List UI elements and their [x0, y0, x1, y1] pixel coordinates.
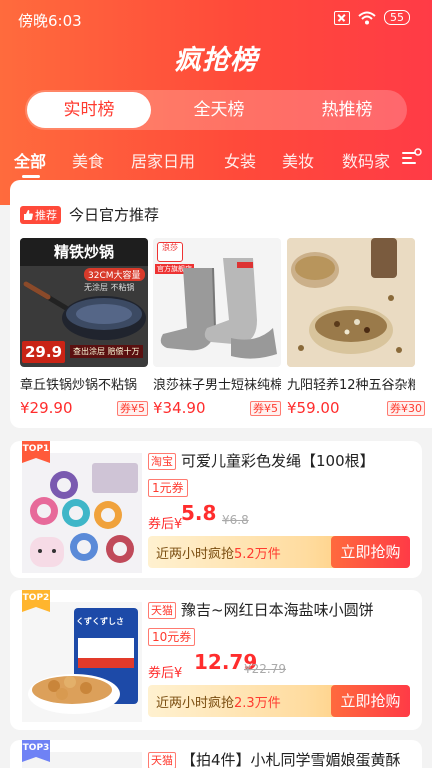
recommend-item-price: ¥59.00	[287, 399, 340, 417]
no-sim-icon	[334, 10, 350, 25]
rank-badge: TOP2	[22, 590, 50, 612]
tab-hot-recommend[interactable]: 热推榜	[287, 90, 407, 130]
wifi-icon	[358, 11, 376, 24]
shop-tag: 淘宝	[148, 453, 176, 470]
currency-symbol: ¥	[174, 666, 183, 681]
product-card-top2[interactable]: くずくずしさ TOP2 天猫 豫吉~网红日本海盐味小圆饼 10元券 券后¥ 12…	[10, 590, 422, 730]
wok-image-title: 精铁炒锅	[20, 238, 148, 266]
product-card-top1[interactable]: TOP1 淘宝 可爱儿童彩色发绳【100根】 1元券 券后¥ 5.8 ¥6.8 …	[10, 441, 422, 578]
hair-tie-drawing	[22, 453, 142, 573]
sales-text: 近两小时疯抢2.3万件	[156, 692, 281, 711]
category-food[interactable]: 美食	[72, 148, 104, 172]
category-active-indicator	[22, 175, 40, 178]
recommend-badge-text: 推荐	[35, 208, 57, 222]
wok-price-banner: 29.9 查出涂层 赔偿十万	[20, 341, 148, 363]
tab-realtime[interactable]: 实时榜	[27, 92, 151, 128]
shop-tag: 天猫	[148, 752, 176, 768]
sales-prefix: 近两小时疯抢	[156, 547, 235, 562]
recommend-item-name: 九阳轻养12种五谷杂粮	[287, 378, 415, 393]
after-coupon-text: 券后	[148, 666, 175, 681]
product-title: 可爱儿童彩色发绳【100根】	[181, 452, 375, 470]
recommend-item-price-row: ¥29.90 券¥5	[20, 399, 148, 417]
buy-now-button[interactable]: 立即抢购	[331, 536, 410, 568]
recommend-item-name: 章丘铁锅炒锅不粘锅	[20, 378, 138, 393]
ranking-tabs: 实时榜 全天榜 热推榜	[25, 90, 407, 130]
wok-image-guarantee: 查出涂层 赔偿十万	[70, 345, 143, 358]
recommend-item-price-row: ¥59.00 券¥30	[287, 399, 425, 417]
category-menu-icon[interactable]	[402, 148, 422, 166]
buy-now-button[interactable]: 立即抢购	[331, 685, 410, 717]
category-bar: 全部 美食 居家日用 女装 美妆 数码家	[0, 148, 432, 178]
sales-count: 5.2万件	[234, 547, 281, 562]
battery-icon: 55	[384, 10, 410, 25]
official-recommend-header: 推荐 今日官方推荐	[20, 204, 159, 225]
recommend-item-price: ¥34.90	[153, 399, 206, 417]
biscuit-package-text: くずくずしさ	[76, 617, 124, 626]
recommend-badge: 推荐	[20, 205, 61, 224]
product-price: 5.8	[181, 501, 217, 525]
recommend-item[interactable]: 精铁炒锅 32CM大容量 无涂层 不粘锅 29.9 查出涂层 赔偿十万 章丘铁锅…	[20, 238, 148, 417]
official-recommend-card: 推荐 今日官方推荐 精铁炒锅 32CM大容量 无涂层 不粘锅 29.9 查出涂层…	[10, 180, 432, 428]
wok-image-price: 29.9	[22, 341, 66, 363]
header-background: 傍晚6:03 55 疯抢榜 实时榜 全天榜 热推榜 全部 美食 居家日用 女装 …	[0, 0, 432, 205]
recommend-item[interactable]: 九阳轻养12种五谷杂粮 ¥59.00 券¥30	[287, 238, 425, 417]
grains-drawing	[287, 238, 415, 367]
status-time: 傍晚6:03	[18, 12, 82, 30]
grab-bar: 近两小时疯抢2.3万件 立即抢购	[148, 685, 410, 717]
category-women[interactable]: 女装	[224, 148, 256, 172]
socks-image: 浪莎 官方旗舰店	[153, 238, 281, 367]
sales-prefix: 近两小时疯抢	[156, 696, 235, 711]
rank-badge-text: TOP2	[22, 593, 50, 603]
product-coupon: 1元券	[148, 479, 188, 497]
official-recommend-title: 今日官方推荐	[69, 206, 160, 224]
product-coupon: 10元券	[148, 628, 196, 646]
app-title: 疯抢榜	[174, 45, 258, 76]
recommend-item-price: ¥29.90	[20, 399, 73, 417]
rank-badge-text: TOP3	[22, 743, 50, 753]
grains-image	[287, 238, 415, 367]
wok-drawing	[23, 281, 146, 340]
recommend-item-price-row: ¥34.90 券¥5	[153, 399, 281, 417]
thumbs-up-icon	[24, 209, 33, 220]
biscuit-image: くずくずしさ	[22, 602, 142, 722]
status-icons: 55	[334, 10, 410, 25]
sales-text: 近两小时疯抢5.2万件	[156, 543, 281, 562]
rank-badge: TOP3	[22, 740, 50, 762]
shop-tag: 天猫	[148, 602, 176, 619]
after-coupon-label: 券后¥	[148, 662, 182, 681]
category-all[interactable]: 全部	[14, 148, 46, 172]
product-title: 【拍4件】小札同学雪媚娘蛋黄酥	[181, 751, 401, 768]
original-price: ¥22.79	[244, 662, 286, 676]
category-beauty[interactable]: 美妆	[282, 148, 314, 172]
tab-all-day[interactable]: 全天榜	[159, 90, 279, 130]
socks-brand-name: 浪莎	[162, 243, 178, 252]
category-digital[interactable]: 数码家	[342, 148, 390, 172]
recommend-item-coupon: 券¥5	[117, 401, 148, 416]
recommend-item-coupon: 券¥30	[387, 401, 425, 416]
product-card-top3[interactable]: TOP3 天猫 【拍4件】小札同学雪媚娘蛋黄酥	[10, 740, 422, 768]
recommend-item-name: 浪莎袜子男士短袜纯棉	[153, 378, 281, 393]
category-home[interactable]: 居家日用	[131, 148, 195, 172]
after-coupon-text: 券后	[148, 517, 175, 532]
hair-tie-image	[22, 453, 142, 573]
grab-bar: 近两小时疯抢5.2万件 立即抢购	[148, 536, 410, 568]
status-bar: 傍晚6:03 55	[0, 8, 432, 30]
product-title: 豫吉~网红日本海盐味小圆饼	[181, 601, 374, 619]
sales-count: 2.3万件	[234, 696, 281, 711]
original-price: ¥6.8	[222, 513, 249, 527]
rank-badge: TOP1	[22, 441, 50, 463]
socks-drawing	[160, 258, 277, 359]
recommend-item[interactable]: 浪莎 官方旗舰店 浪莎袜子男士短袜纯棉 ¥34.90 券¥5	[153, 238, 281, 417]
wok-image: 精铁炒锅 32CM大容量 无涂层 不粘锅 29.9 查出涂层 赔偿十万	[20, 238, 148, 367]
recommend-item-coupon: 券¥5	[250, 401, 281, 416]
after-coupon-label: 券后¥	[148, 513, 182, 532]
rank-badge-text: TOP1	[22, 444, 50, 454]
